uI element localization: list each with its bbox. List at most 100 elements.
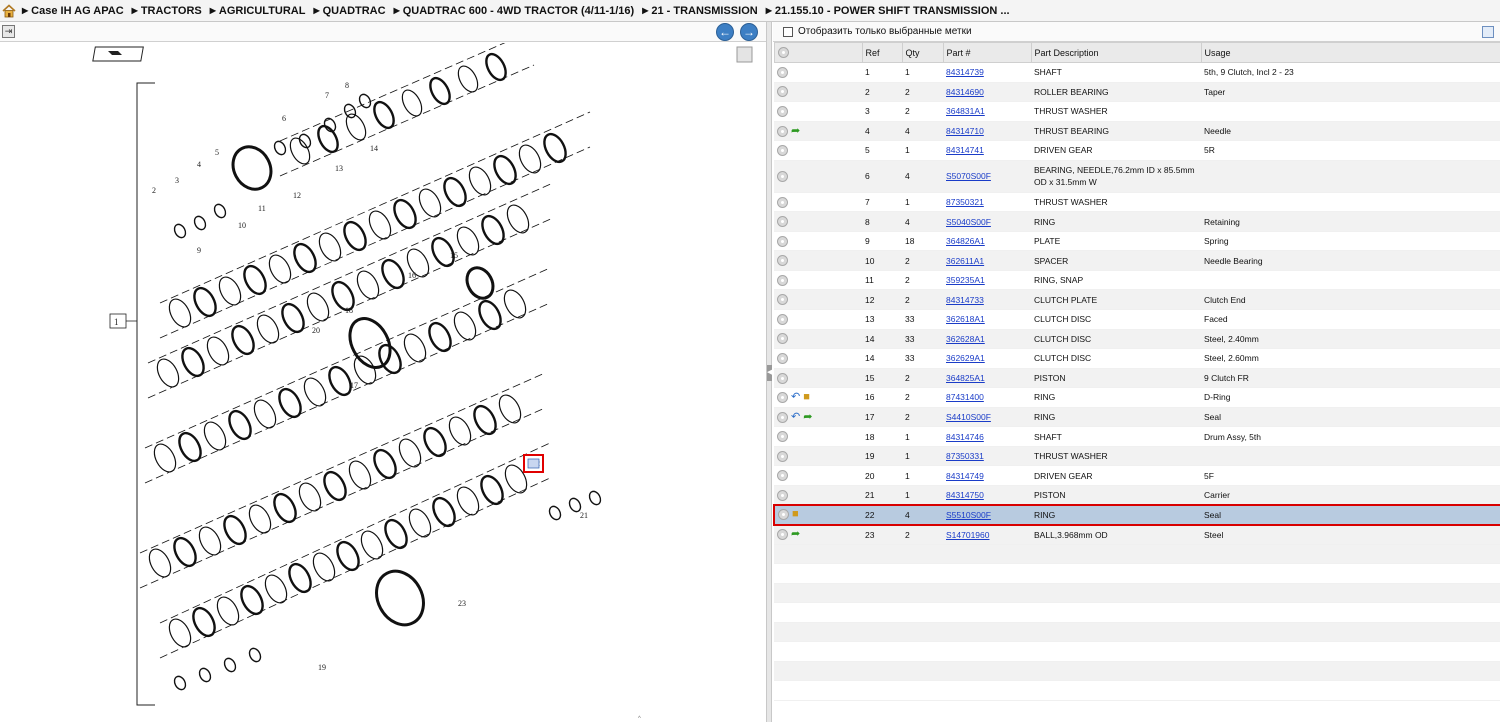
kit-box-icon[interactable]: ■ xyxy=(792,509,799,520)
table-row[interactable]: 12 2 84314733 CLUTCH PLATE Clutch End xyxy=(774,289,1500,311)
callout-label-1[interactable]: 1 xyxy=(114,317,119,327)
callout-label-20[interactable]: 20 xyxy=(312,326,320,335)
part-number-link[interactable]: 362628A1 xyxy=(946,334,985,344)
callout-label-8[interactable]: 8 xyxy=(345,81,349,90)
interchange-arrow-icon[interactable]: ↶ xyxy=(791,392,800,403)
table-row[interactable]: ➦ 4 4 84314710 THRUST BEARING Needle xyxy=(774,121,1500,142)
add-to-cart-icon[interactable] xyxy=(777,313,788,325)
interchange-arrow-icon[interactable]: ↶ xyxy=(791,411,800,423)
export-icon[interactable]: ⇥ xyxy=(2,25,15,38)
next-diagram-button[interactable]: → xyxy=(740,23,758,41)
callout-label-13[interactable]: 13 xyxy=(335,164,343,173)
column-header-usage[interactable]: Usage xyxy=(1200,42,1500,63)
add-to-cart-icon[interactable] xyxy=(777,105,788,117)
part-number-link[interactable]: 362618A1 xyxy=(946,314,985,324)
callout-label-5[interactable]: 5 xyxy=(215,148,219,157)
callout-label-6[interactable]: 6 xyxy=(282,114,286,123)
show-selected-only-label[interactable]: Отобразить только выбранные метки xyxy=(798,26,972,37)
add-to-cart-icon[interactable] xyxy=(777,171,788,183)
add-to-cart-icon[interactable] xyxy=(777,470,788,482)
select-all-header[interactable] xyxy=(773,42,863,63)
part-number-link[interactable]: S4410S00F xyxy=(946,412,991,422)
table-row[interactable]: 2 2 84314690 ROLLER BEARING Taper xyxy=(774,82,1500,103)
breadcrumb-item[interactable]: ▶ QUADTRAC 600 - 4WD TRACTOR (4/11-1/16) xyxy=(394,5,635,17)
table-row[interactable]: 7 1 87350321 THRUST WASHER xyxy=(774,192,1500,213)
part-number-link[interactable]: 84314690 xyxy=(946,87,984,97)
table-row[interactable]: 14 33 362629A1 CLUTCH DISC Steel, 2.60mm xyxy=(774,348,1500,369)
maximize-icon[interactable] xyxy=(736,46,753,63)
add-all-icon[interactable] xyxy=(777,47,789,59)
callout-label-2[interactable]: 2 xyxy=(152,186,156,195)
breadcrumb-item[interactable]: ▶ AGRICULTURAL xyxy=(210,5,306,17)
table-row[interactable]: ➦ 23 2 S14701960 BALL,3.968mm OD Steel xyxy=(774,524,1500,545)
add-to-cart-icon[interactable] xyxy=(777,294,788,306)
callout-label-19[interactable]: 19 xyxy=(318,663,326,672)
replacement-arrow-icon[interactable]: ➦ xyxy=(803,411,812,423)
add-to-cart-icon[interactable] xyxy=(777,392,788,404)
callout-label-15[interactable]: 15 xyxy=(450,251,458,260)
callout-label-17[interactable]: 17 xyxy=(350,381,358,390)
table-row[interactable]: 21 1 84314750 PISTON Carrier xyxy=(774,485,1500,506)
part-number-link[interactable]: S14701960 xyxy=(946,530,990,540)
part-number-link[interactable]: 84314710 xyxy=(946,126,984,136)
part-number-link[interactable]: 84314750 xyxy=(946,490,984,500)
replacement-arrow-icon[interactable]: ➦ xyxy=(791,529,800,540)
part-number-link[interactable]: 84314746 xyxy=(946,432,984,442)
part-number-link[interactable]: S5510S00F xyxy=(946,510,991,520)
table-row[interactable]: ↶ ■ 16 2 87431400 RING D-Ring xyxy=(774,387,1500,408)
table-row[interactable]: 19 1 87350331 THRUST WASHER xyxy=(774,446,1500,467)
part-number-link[interactable]: 84314741 xyxy=(946,145,984,155)
part-number-link[interactable]: 362629A1 xyxy=(946,353,985,363)
column-header-ref[interactable]: Ref xyxy=(861,42,903,63)
add-to-cart-icon[interactable] xyxy=(777,196,788,208)
breadcrumb-item[interactable]: ▶ TRACTORS xyxy=(132,5,202,17)
breadcrumb-item[interactable]: ▶ QUADTRAC xyxy=(313,5,385,17)
table-row[interactable]: 10 2 362611A1 SPACER Needle Bearing xyxy=(774,250,1500,271)
breadcrumb-item[interactable]: ▶ 21.155.10 - POWER SHIFT TRANSMISSION ..… xyxy=(766,5,1010,17)
callout-label-12[interactable]: 12 xyxy=(293,191,301,200)
table-row[interactable]: 5 1 84314741 DRIVEN GEAR 5R xyxy=(774,140,1500,161)
table-row[interactable]: ■ 22 4 S5510S00F RING Seal xyxy=(773,504,1500,526)
add-to-cart-icon[interactable] xyxy=(777,529,788,541)
add-to-cart-icon[interactable] xyxy=(777,216,788,228)
add-to-cart-icon[interactable] xyxy=(777,125,788,137)
add-to-cart-icon[interactable] xyxy=(777,333,788,345)
part-number-link[interactable]: 84314739 xyxy=(946,67,984,77)
callout-label-9[interactable]: 9 xyxy=(197,246,201,255)
add-to-cart-icon[interactable] xyxy=(778,509,789,521)
pane-splitter[interactable]: ◀ xyxy=(766,22,772,722)
replacement-arrow-icon[interactable]: ➦ xyxy=(791,125,800,137)
callout-label-16[interactable]: 16 xyxy=(408,271,416,280)
table-row[interactable]: 15 2 364825A1 PISTON 9 Clutch FR xyxy=(774,368,1500,389)
add-to-cart-icon[interactable] xyxy=(777,489,788,501)
part-number-link[interactable]: 364831A1 xyxy=(946,106,985,116)
table-row[interactable]: ↶ ➦ 17 2 S4410S00F RING Seal xyxy=(774,407,1500,428)
add-to-cart-icon[interactable] xyxy=(777,372,788,384)
table-row[interactable]: 3 2 364831A1 THRUST WASHER xyxy=(774,101,1500,122)
add-to-cart-icon[interactable] xyxy=(777,255,788,267)
table-row[interactable]: 14 33 362628A1 CLUTCH DISC Steel, 2.40mm xyxy=(774,329,1500,350)
table-options-icon[interactable] xyxy=(1482,26,1494,38)
table-row[interactable]: 6 4 S5070S00F BEARING, NEEDLE,76.2mm ID x 8… xyxy=(774,160,1500,193)
add-to-cart-icon[interactable] xyxy=(777,66,788,78)
add-to-cart-icon[interactable] xyxy=(777,353,788,364)
table-row[interactable]: 20 1 84314749 DRIVEN GEAR 5F xyxy=(774,465,1500,486)
callout-label-4[interactable]: 4 xyxy=(197,160,201,169)
breadcrumb-item[interactable]: ▶ Case IH AG APAC xyxy=(22,5,124,17)
part-number-link[interactable]: 84314749 xyxy=(946,471,984,481)
table-row[interactable]: 1 1 84314739 SHAFT 5th, 9 Clutch, Incl 2 - 2… xyxy=(774,62,1500,83)
callout-label-21[interactable]: 21 xyxy=(580,511,588,520)
part-number-link[interactable]: 364826A1 xyxy=(946,236,985,246)
table-row[interactable]: 18 1 84314746 SHAFT Drum Assy, 5th xyxy=(774,426,1500,447)
part-number-link[interactable]: 362611A1 xyxy=(946,256,984,266)
add-to-cart-icon[interactable] xyxy=(777,274,788,286)
home-icon[interactable] xyxy=(2,3,16,18)
add-to-cart-icon[interactable] xyxy=(777,411,788,423)
column-header-qty[interactable]: Qty xyxy=(901,42,944,63)
add-to-cart-icon[interactable] xyxy=(777,235,788,247)
callout-label-18[interactable]: 18 xyxy=(345,306,353,315)
column-header-description[interactable]: Part Description xyxy=(1030,42,1202,63)
part-number-link[interactable]: 87350321 xyxy=(946,197,984,207)
part-number-link[interactable]: 84314733 xyxy=(946,295,984,305)
callout-label-11[interactable]: 11 xyxy=(258,204,266,213)
